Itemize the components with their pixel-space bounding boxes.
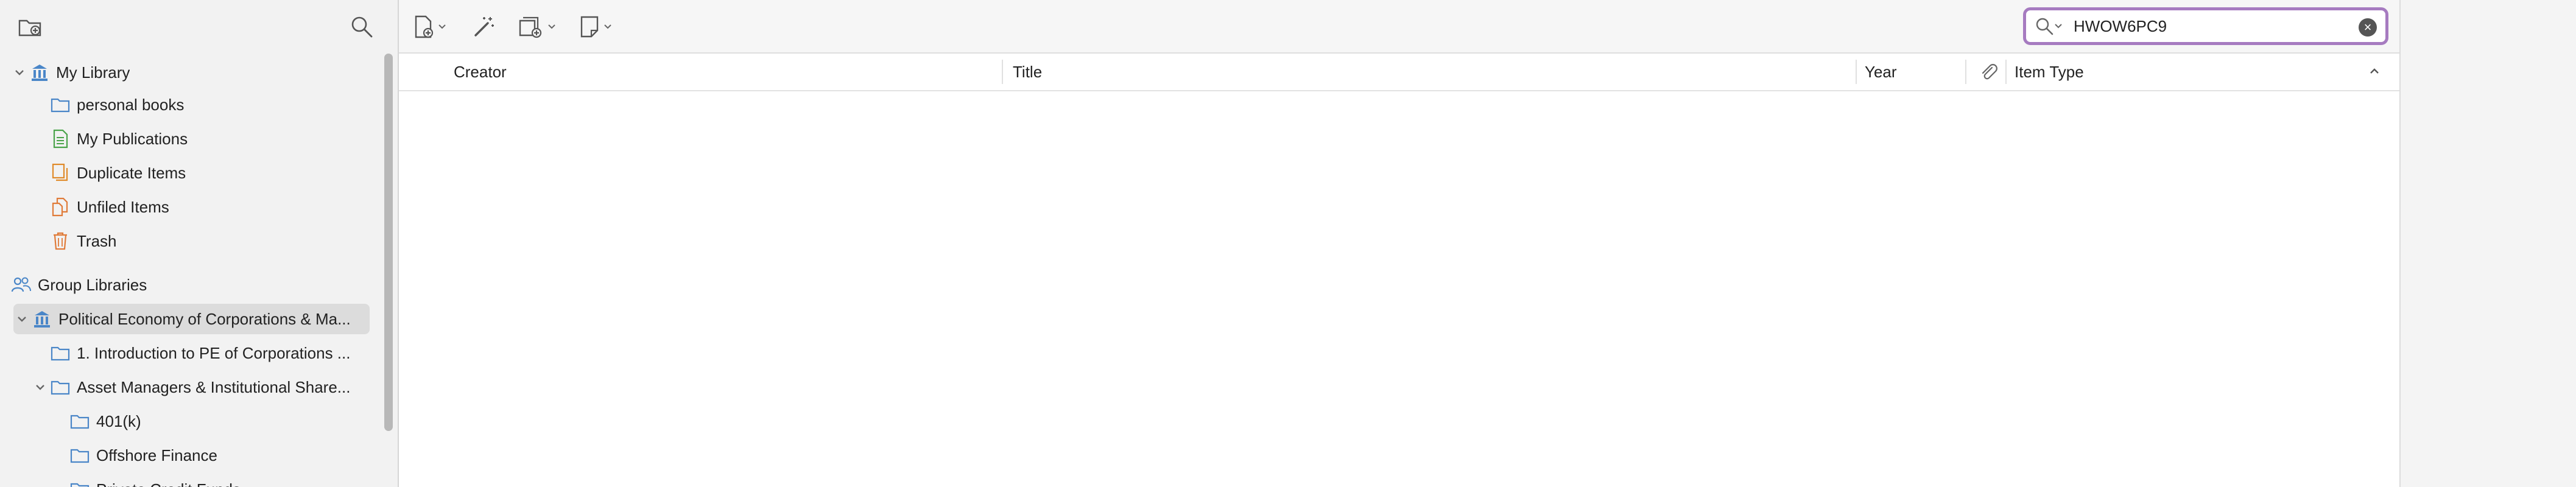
search-input[interactable]: [2067, 14, 2354, 38]
tree-item-label: My Publications: [77, 129, 188, 148]
search-icon: [2036, 18, 2053, 35]
magnifier-icon: [351, 16, 373, 38]
items-toolbar: ×: [399, 0, 2399, 54]
search-mode-button[interactable]: [2035, 14, 2067, 38]
group-libraries-label: Group Libraries: [38, 275, 147, 294]
collections-pane: My Library personal books My Publication…: [0, 0, 399, 487]
tree-item-label: Asset Managers & Institutional Share...: [77, 377, 351, 396]
tree-item-label: 1. Introduction to PE of Corporations ..…: [77, 343, 351, 362]
chevron-down-icon[interactable]: [34, 381, 46, 393]
tree-item-unfiled-items[interactable]: Unfiled Items: [50, 192, 169, 222]
chevron-up-icon: [2370, 68, 2379, 74]
folder-icon: [50, 377, 71, 398]
search-field[interactable]: ×: [2023, 7, 2388, 45]
add-attachment-button[interactable]: [518, 12, 556, 41]
new-item-icon: [415, 15, 434, 38]
tree-item-label: Trash: [77, 231, 117, 250]
collections-toolbar: [0, 0, 398, 54]
duplicate-icon: [50, 163, 71, 183]
tree-item-my-library[interactable]: My Library: [13, 57, 130, 88]
folder-icon: [50, 94, 71, 115]
unfiled-icon: [50, 197, 71, 217]
tree-item-offshore-finance[interactable]: Offshore Finance: [69, 440, 217, 471]
chevron-down-icon: [438, 24, 446, 29]
tree-item-label: Unfiled Items: [77, 197, 169, 216]
tree-item-group-political-economy[interactable]: Political Economy of Corporations & Ma..…: [13, 304, 370, 334]
tree-item-my-publications[interactable]: My Publications: [50, 124, 188, 154]
library-icon: [29, 62, 50, 83]
tree-item-401k[interactable]: 401(k): [69, 406, 141, 436]
filter-collections-button[interactable]: [348, 15, 375, 39]
tree-item-label: 401(k): [96, 412, 141, 430]
new-collection-button[interactable]: [17, 15, 44, 39]
document-icon: [50, 128, 71, 149]
folder-icon: [69, 411, 90, 432]
column-label: Year: [1865, 62, 1897, 81]
column-label: Title: [1013, 62, 1043, 81]
clear-icon[interactable]: ×: [2359, 18, 2377, 37]
add-attachment-icon: [519, 16, 542, 38]
tree-item-label: Duplicate Items: [77, 163, 186, 182]
tree-item-trash[interactable]: Trash: [50, 226, 117, 256]
column-year[interactable]: Year: [1865, 54, 1956, 90]
item-pane: [2399, 0, 2576, 487]
chevron-down-icon: [604, 24, 611, 29]
folder-icon: [50, 343, 71, 363]
new-item-button[interactable]: [413, 12, 446, 41]
tree-item-label: Private Credit Funds: [96, 480, 241, 487]
tree-item-label: Political Economy of Corporations & Ma..…: [58, 309, 351, 328]
items-column-header: Creator Title Year Item Type: [399, 54, 2399, 91]
column-divider[interactable]: [2005, 60, 2007, 84]
new-note-button[interactable]: [579, 12, 612, 41]
tree-item-label: personal books: [77, 95, 185, 114]
column-item-type[interactable]: Item Type: [2015, 54, 2392, 90]
tree-item-personal-books[interactable]: personal books: [50, 89, 184, 120]
trash-icon: [50, 231, 71, 251]
items-pane: × Creator Title Year Item Type: [399, 0, 2399, 487]
tree-item-intro-pe[interactable]: 1. Introduction to PE of Corporations ..…: [50, 338, 367, 368]
library-icon: [32, 309, 52, 329]
add-by-identifier-button[interactable]: [472, 12, 496, 41]
tree-item-label: My Library: [56, 63, 130, 82]
chevron-down-icon: [548, 24, 555, 29]
tree-item-asset-managers[interactable]: Asset Managers & Institutional Share...: [34, 372, 367, 402]
tree-item-duplicate-items[interactable]: Duplicate Items: [50, 158, 186, 188]
items-list: [399, 91, 2399, 487]
magic-wand-icon: [474, 17, 494, 37]
folder-icon: [69, 479, 90, 487]
collections-scrollbar[interactable]: [384, 54, 393, 431]
column-label: Creator: [454, 62, 507, 81]
tree-item-private-credit-funds[interactable]: Private Credit Funds: [69, 474, 241, 487]
column-attachments[interactable]: [1972, 54, 2005, 90]
chevron-down-icon: [2055, 24, 2062, 29]
column-divider[interactable]: [1856, 60, 1857, 84]
column-divider[interactable]: [1002, 60, 1003, 84]
group-icon: [11, 275, 32, 295]
group-libraries-header: Group Libraries: [11, 270, 147, 300]
column-creator[interactable]: Creator: [454, 54, 789, 90]
column-divider[interactable]: [1965, 60, 1966, 84]
column-title[interactable]: Title: [1013, 54, 1622, 90]
column-label: Item Type: [2015, 62, 2084, 81]
folder-plus-icon: [18, 19, 41, 37]
folder-icon: [69, 445, 90, 466]
chevron-down-icon[interactable]: [13, 66, 26, 79]
paperclip-icon: [1982, 64, 1997, 80]
new-note-icon: [580, 16, 599, 38]
chevron-down-icon[interactable]: [16, 313, 28, 325]
tree-item-label: Offshore Finance: [96, 446, 217, 464]
